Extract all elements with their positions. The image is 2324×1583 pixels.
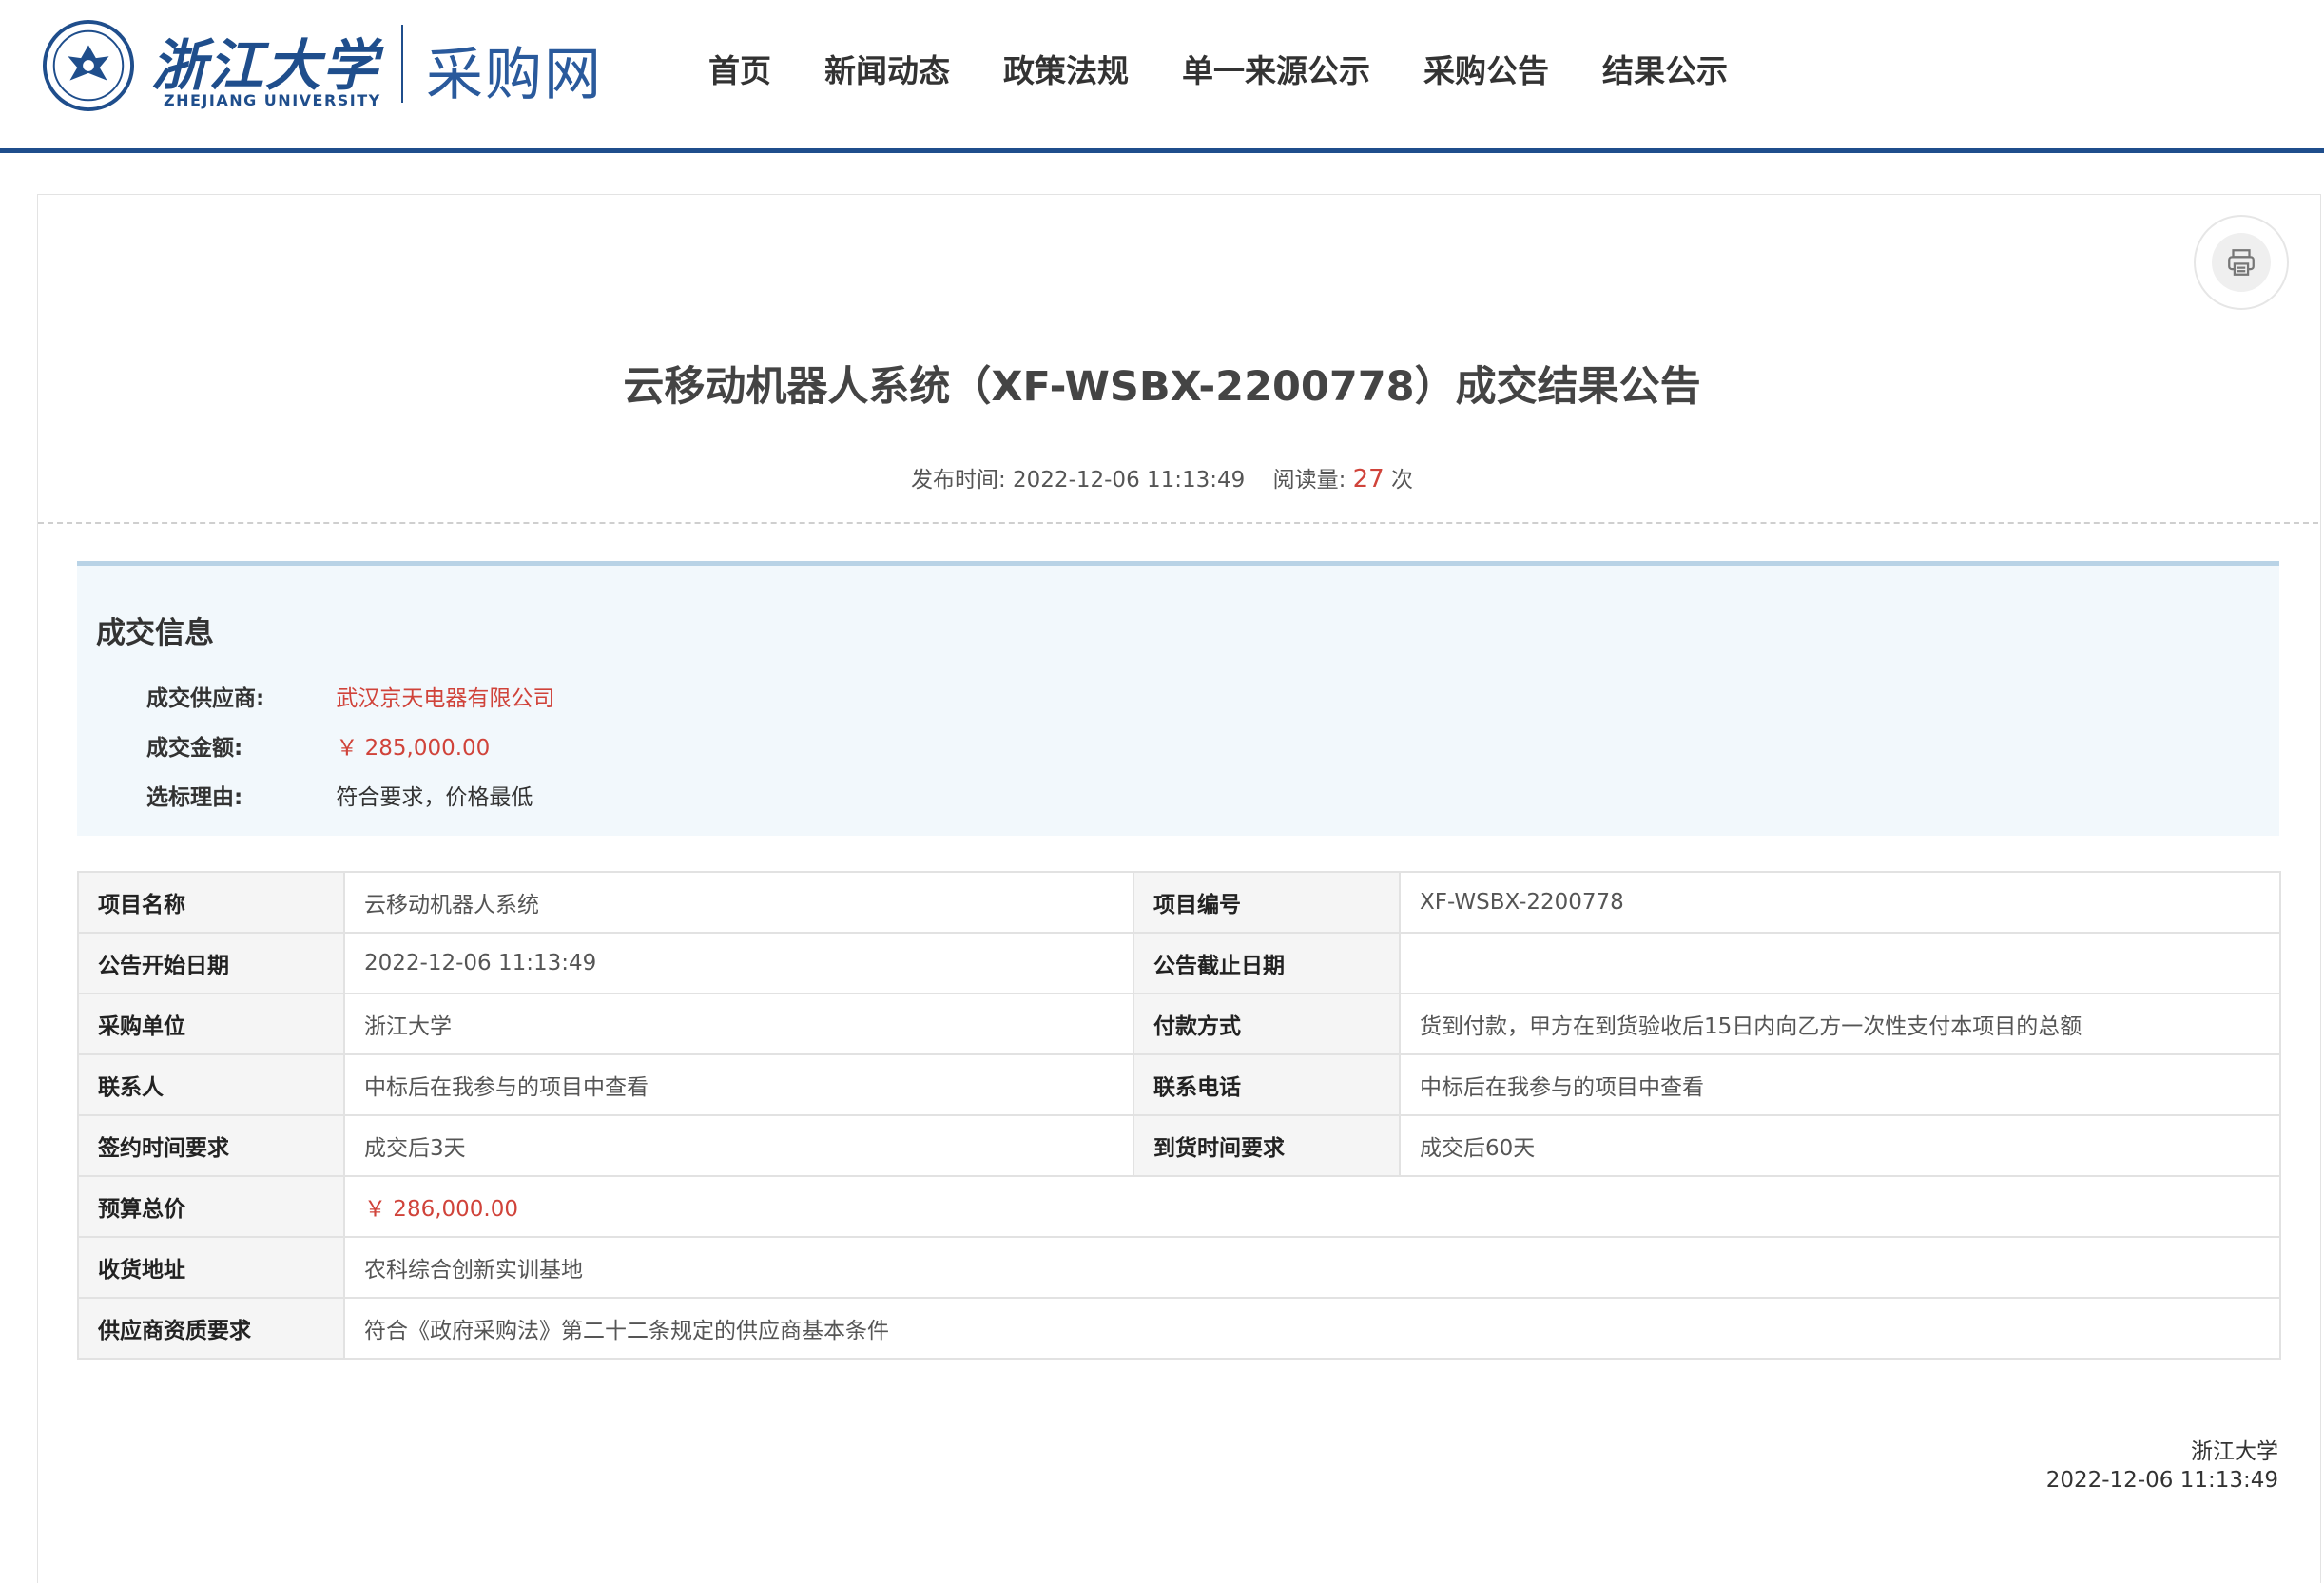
- deal-supplier-label: 成交供应商:: [146, 686, 265, 711]
- project-name-value: 云移动机器人系统: [343, 871, 1134, 934]
- table-row: 预算总价 ￥ 286,000.00: [77, 1175, 2281, 1238]
- project-name-label: 项目名称: [77, 871, 345, 934]
- deal-info-panel: 成交信息 成交供应商: 武汉京天电器有限公司 成交金额: ￥ 285,000.0…: [77, 561, 2279, 836]
- contact-value: 中标后在我参与的项目中查看: [343, 1053, 1134, 1116]
- sign-time-value: 成交后3天: [343, 1114, 1134, 1177]
- nav-news[interactable]: 新闻动态: [824, 46, 950, 91]
- payment-value: 货到付款，甲方在到货验收后15日内向乙方一次性支付本项目的总额: [1399, 993, 2281, 1055]
- project-no-label: 项目编号: [1133, 871, 1401, 934]
- nav-policy[interactable]: 政策法规: [1003, 46, 1129, 91]
- nav-home[interactable]: 首页: [708, 46, 771, 91]
- site-name: 采购网: [426, 42, 603, 108]
- project-detail-table: 项目名称 云移动机器人系统 项目编号 XF-WSBX-2200778 公告开始日…: [77, 871, 2281, 1360]
- address-label: 收货地址: [77, 1236, 345, 1299]
- read-label: 阅读量:: [1272, 468, 1346, 492]
- deal-amount-value: ￥ 285,000.00: [336, 736, 491, 761]
- start-date-label: 公告开始日期: [77, 932, 345, 994]
- university-seal-icon: [42, 19, 135, 112]
- footer-date: 2022-12-06 11:13:49: [2045, 1468, 2278, 1493]
- qualification-value: 符合《政府采购法》第二十二条规定的供应商基本条件: [343, 1297, 2281, 1360]
- read-unit: 次: [1391, 468, 1414, 492]
- site-header: 浙江大学 ZHEJIANG UNIVERSITY 采购网 首页 新闻动态 政策法…: [0, 0, 2324, 150]
- payment-label: 付款方式: [1133, 993, 1401, 1055]
- table-row: 采购单位 浙江大学 付款方式 货到付款，甲方在到货验收后15日内向乙方一次性支付…: [77, 993, 2281, 1055]
- nav-results[interactable]: 结果公示: [1602, 46, 1728, 91]
- delivery-time-label: 到货时间要求: [1133, 1114, 1401, 1177]
- sign-time-label: 签约时间要求: [77, 1114, 345, 1177]
- buyer-label: 采购单位: [77, 993, 345, 1055]
- qualification-label: 供应商资质要求: [77, 1297, 345, 1360]
- article-meta: 发布时间: 2022-12-06 11:13:49 阅读量: 27 次: [0, 461, 2324, 493]
- nav-single-source[interactable]: 单一来源公示: [1182, 46, 1370, 91]
- deal-info-title: 成交信息: [96, 616, 214, 650]
- table-row: 签约时间要求 成交后3天 到货时间要求 成交后60天: [77, 1114, 2281, 1177]
- read-count: 27: [1352, 465, 1385, 493]
- deal-amount-label: 成交金额:: [146, 736, 243, 761]
- deal-reason-label: 选标理由:: [146, 785, 243, 810]
- address-value: 农科综合创新实训基地: [343, 1236, 2281, 1299]
- logo-divider: [401, 25, 403, 103]
- budget-label: 预算总价: [77, 1175, 345, 1238]
- end-date-value: [1399, 932, 2281, 994]
- start-date-value: 2022-12-06 11:13:49: [343, 932, 1134, 994]
- phone-label: 联系电话: [1133, 1053, 1401, 1116]
- footer-organization: 浙江大学: [2191, 1439, 2278, 1464]
- print-button[interactable]: [2194, 215, 2289, 310]
- end-date-label: 公告截止日期: [1133, 932, 1401, 994]
- publish-label: 发布时间:: [910, 468, 1006, 492]
- university-name-cn: 浙江大学: [151, 33, 380, 98]
- main-nav: 首页 新闻动态 政策法规 单一来源公示 采购公告 结果公示: [708, 46, 1781, 91]
- header-divider: [0, 148, 2324, 153]
- contact-label: 联系人: [77, 1053, 345, 1116]
- publish-time: 2022-12-06 11:13:49: [1013, 468, 1246, 492]
- buyer-value: 浙江大学: [343, 993, 1134, 1055]
- table-row: 项目名称 云移动机器人系统 项目编号 XF-WSBX-2200778: [77, 871, 2281, 934]
- phone-value: 中标后在我参与的项目中查看: [1399, 1053, 2281, 1116]
- deal-amount-row: 成交金额: ￥ 285,000.00: [146, 729, 490, 762]
- budget-value: ￥ 286,000.00: [343, 1175, 2281, 1238]
- table-row: 供应商资质要求 符合《政府采购法》第二十二条规定的供应商基本条件: [77, 1297, 2281, 1360]
- deal-reason-row: 选标理由: 符合要求，价格最低: [146, 779, 533, 811]
- deal-supplier-row: 成交供应商: 武汉京天电器有限公司: [146, 680, 554, 712]
- deal-reason-value: 符合要求，价格最低: [336, 785, 533, 810]
- printer-icon: [2228, 249, 2255, 276]
- table-row: 收货地址 农科综合创新实训基地: [77, 1236, 2281, 1299]
- delivery-time-value: 成交后60天: [1399, 1114, 2281, 1177]
- meta-divider: [38, 522, 2318, 524]
- table-row: 公告开始日期 2022-12-06 11:13:49 公告截止日期: [77, 932, 2281, 994]
- article-title: 云移动机器人系统（XF-WSBX-2200778）成交结果公告: [623, 363, 1701, 411]
- project-no-value: XF-WSBX-2200778: [1399, 871, 2281, 934]
- site-logo[interactable]: 浙江大学 ZHEJIANG UNIVERSITY 采购网: [42, 19, 603, 114]
- nav-procurement-notice[interactable]: 采购公告: [1423, 46, 1549, 91]
- deal-supplier-value: 武汉京天电器有限公司: [336, 686, 555, 711]
- university-name-en: ZHEJIANG UNIVERSITY: [164, 91, 381, 109]
- table-row: 联系人 中标后在我参与的项目中查看 联系电话 中标后在我参与的项目中查看: [77, 1053, 2281, 1116]
